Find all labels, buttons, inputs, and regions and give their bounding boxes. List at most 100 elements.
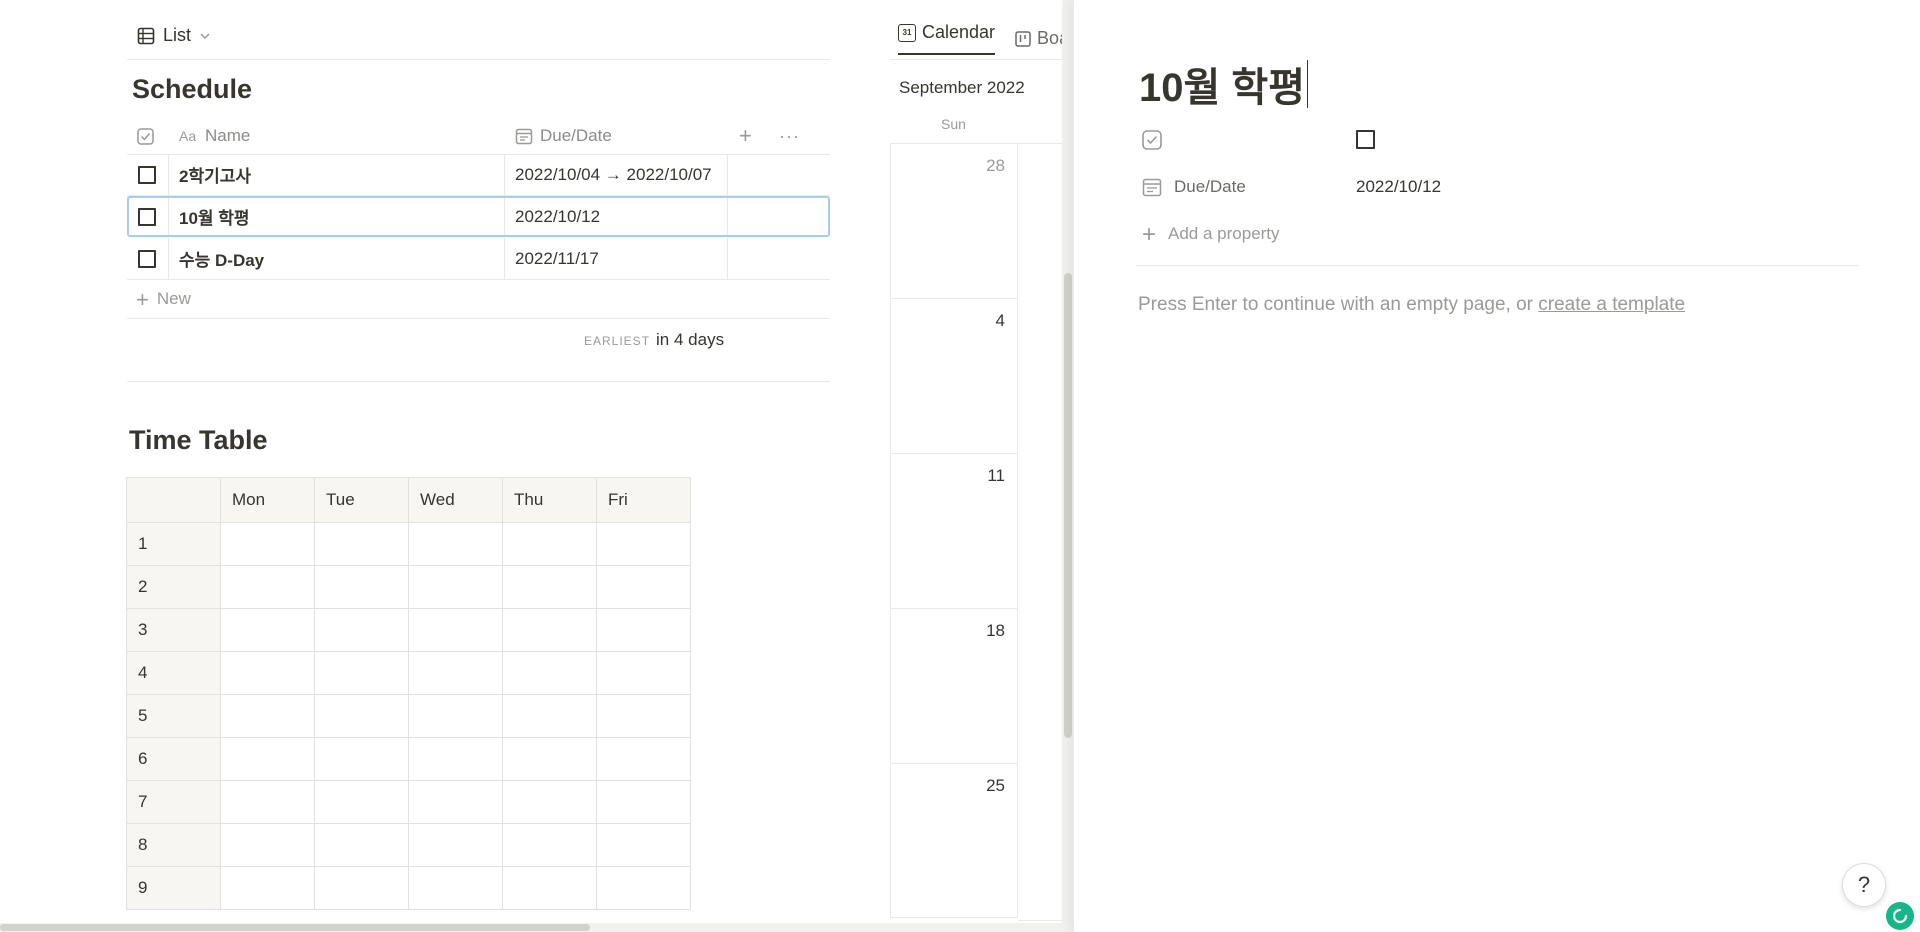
timetable-cell[interactable] (502, 780, 597, 824)
column-due-header[interactable]: Due/Date (540, 126, 612, 146)
calculation-footer[interactable]: EARLIEST in 4 days (584, 330, 724, 350)
timetable-cell[interactable] (596, 522, 691, 566)
timetable-cell[interactable] (220, 522, 315, 566)
period-label[interactable]: 6 (126, 737, 221, 781)
period-label[interactable]: 4 (126, 651, 221, 695)
row-due[interactable]: 2022/11/17 (515, 249, 599, 269)
checkbox-property-icon (137, 127, 154, 145)
timetable-day-header[interactable]: Wed (408, 477, 503, 523)
tab-calendar[interactable]: 31 Calendar (898, 22, 996, 55)
calendar-next-column[interactable] (1018, 143, 1062, 921)
timetable-cell[interactable] (220, 866, 315, 910)
assistant-icon[interactable] (1886, 902, 1914, 930)
calendar-day-cell[interactable]: 25 (890, 763, 1018, 918)
timetable-cell[interactable] (502, 737, 597, 781)
timetable-day-header[interactable]: Fri (596, 477, 691, 523)
timetable-cell[interactable] (502, 823, 597, 867)
list-view-switcher[interactable]: List (137, 25, 211, 46)
timetable-cell[interactable] (596, 780, 691, 824)
timetable-day-header[interactable]: Tue (314, 477, 409, 523)
row-due[interactable]: 2022/10/12 (515, 207, 600, 227)
timetable-cell[interactable] (596, 866, 691, 910)
tab-board[interactable]: Boa (1015, 22, 1069, 55)
add-property-button[interactable]: + Add a property (1142, 222, 1280, 246)
due-property-label[interactable]: Due/Date (1174, 177, 1246, 197)
timetable-day-header[interactable]: Thu (502, 477, 597, 523)
vertical-scrollbar-thumb[interactable] (1064, 273, 1072, 738)
period-label[interactable]: 1 (126, 522, 221, 566)
timetable-cell[interactable] (314, 565, 409, 609)
timetable-cell[interactable] (596, 823, 691, 867)
timetable-cell[interactable] (220, 651, 315, 695)
timetable-cell[interactable] (408, 608, 503, 652)
timetable-cell[interactable] (408, 823, 503, 867)
page-title[interactable]: 10월 학평 (1139, 55, 1309, 113)
timetable-cell[interactable] (314, 651, 409, 695)
timetable-cell[interactable] (596, 737, 691, 781)
timetable-cell[interactable] (314, 780, 409, 824)
period-label[interactable]: 2 (126, 565, 221, 609)
timetable-cell[interactable] (220, 737, 315, 781)
page-title-text[interactable]: 10월 학평 (1139, 55, 1305, 113)
timetable-cell[interactable] (596, 565, 691, 609)
timetable-cell[interactable] (596, 694, 691, 738)
due-property-value[interactable]: 2022/10/12 (1356, 177, 1441, 197)
timetable-cell[interactable] (502, 694, 597, 738)
period-label[interactable]: 7 (126, 780, 221, 824)
period-label[interactable]: 8 (126, 823, 221, 867)
row-name[interactable]: 10월 학평 (179, 204, 250, 229)
horizontal-scrollbar-thumb[interactable] (0, 924, 590, 931)
help-button[interactable]: ? (1842, 863, 1886, 907)
calendar-day-cell[interactable]: 4 (890, 298, 1018, 453)
timetable-cell[interactable] (408, 737, 503, 781)
period-label[interactable]: 5 (126, 694, 221, 738)
row-due[interactable]: 2022/10/04 → 2022/10/07 (515, 165, 712, 185)
done-checkbox[interactable] (1356, 130, 1375, 149)
timetable-cell[interactable] (502, 565, 597, 609)
timetable-cell[interactable] (408, 694, 503, 738)
create-template-link[interactable]: create a template (1538, 294, 1685, 315)
timetable-cell[interactable] (408, 866, 503, 910)
timetable-cell[interactable] (502, 522, 597, 566)
timetable-cell[interactable] (408, 780, 503, 824)
row-checkbox[interactable] (138, 207, 156, 226)
timetable-cell[interactable] (220, 608, 315, 652)
timetable-cell[interactable] (220, 780, 315, 824)
timetable-cell[interactable] (220, 823, 315, 867)
timetable-cell[interactable] (314, 694, 409, 738)
row-checkbox[interactable] (138, 249, 156, 268)
add-column-icon[interactable]: + (739, 123, 752, 149)
timetable-cell[interactable] (220, 565, 315, 609)
table-row[interactable]: 수능 D-Day 2022/11/17 (127, 238, 830, 280)
timetable-cell[interactable] (314, 608, 409, 652)
vertical-scrollbar-track[interactable] (1062, 0, 1073, 932)
row-name[interactable]: 2학기고사 (179, 162, 251, 187)
calendar-day-cell[interactable]: 28 (890, 143, 1018, 298)
timetable-cell[interactable] (502, 866, 597, 910)
row-checkbox[interactable] (138, 165, 156, 184)
table-row[interactable]: 2학기고사 2022/10/04 → 2022/10/07 (127, 154, 830, 196)
horizontal-scrollbar-track[interactable] (0, 923, 1062, 932)
timetable-cell[interactable] (596, 608, 691, 652)
timetable-cell[interactable] (502, 608, 597, 652)
table-row-selected[interactable]: 10월 학평 2022/10/12 (127, 196, 830, 237)
row-name[interactable]: 수능 D-Day (179, 246, 264, 271)
timetable-cell[interactable] (314, 823, 409, 867)
more-options-icon[interactable]: ··· (779, 126, 800, 147)
timetable-day-header[interactable]: Mon (220, 477, 315, 523)
timetable-cell[interactable] (314, 522, 409, 566)
timetable-cell[interactable] (220, 694, 315, 738)
timetable-cell[interactable] (408, 565, 503, 609)
timetable-cell[interactable] (408, 522, 503, 566)
timetable-cell[interactable] (408, 651, 503, 695)
timetable-cell[interactable] (314, 866, 409, 910)
calendar-day-cell[interactable]: 11 (890, 453, 1018, 608)
timetable-cell[interactable] (314, 737, 409, 781)
timetable-cell[interactable] (596, 651, 691, 695)
calendar-day-cell[interactable]: 18 (890, 608, 1018, 763)
timetable-cell[interactable] (502, 651, 597, 695)
column-name-header[interactable]: Name (205, 126, 250, 146)
new-row-button[interactable]: + New (136, 288, 191, 310)
period-label[interactable]: 3 (126, 608, 221, 652)
period-label[interactable]: 9 (126, 866, 221, 910)
